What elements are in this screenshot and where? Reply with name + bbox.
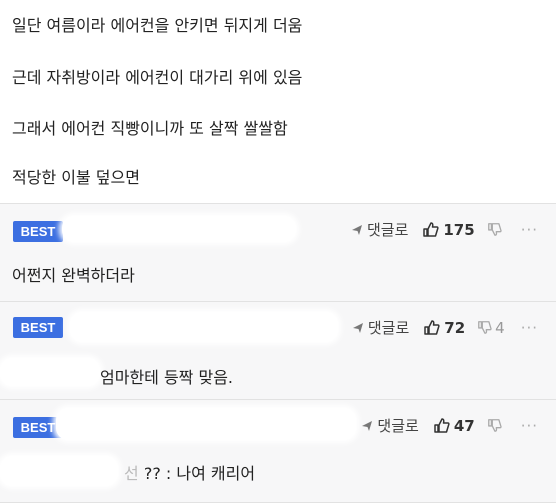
thumbs-down-icon <box>487 223 502 236</box>
comment-text: 어쩐지 완벽하더라 <box>12 266 135 285</box>
thumbs-up-icon <box>423 222 439 237</box>
text-redaction <box>0 358 100 386</box>
text-redaction <box>0 456 118 486</box>
comment-actions: 댓글로 47 ··· <box>360 415 538 436</box>
reply-label: 댓글로 <box>366 221 409 239</box>
reply-button[interactable]: 댓글로 <box>351 317 409 338</box>
like-button[interactable]: 47 <box>433 417 475 435</box>
reply-label: 댓글로 <box>367 319 410 337</box>
reply-label: 댓글로 <box>377 417 419 435</box>
thumbs-down-icon <box>487 419 502 432</box>
dislike-button[interactable] <box>487 222 505 237</box>
post-line-1: 일단 여름이라 에어컨을 안키면 뒤지게 더움 <box>12 16 303 35</box>
comment-item-1: BEST 댓글로 175 ··· 어쩐지 완벽하더라 <box>0 204 556 301</box>
comment-actions: 댓글로 72 4 ··· <box>351 317 538 338</box>
dislike-button[interactable] <box>487 418 505 433</box>
comment-text: 엄마한테 등짝 맞음. <box>100 368 234 387</box>
dislike-button[interactable]: 4 <box>477 319 505 337</box>
like-count: 72 <box>444 318 466 337</box>
post-line-4-text: 적당한 이불 덮으면 <box>12 168 146 187</box>
comment-text-main: ?? : 나여 캐리어 <box>143 464 256 483</box>
comment-text-fragment: 선 <box>124 464 139 483</box>
like-button[interactable]: 72 <box>423 319 465 337</box>
like-count: 47 <box>453 416 475 435</box>
more-icon[interactable]: ··· <box>521 221 538 239</box>
reply-button[interactable]: 댓글로 <box>350 219 408 240</box>
reply-arrow-icon <box>362 420 373 431</box>
username-redaction <box>70 312 338 342</box>
username-redaction <box>56 408 356 440</box>
like-count: 175 <box>443 220 475 239</box>
comment-item-3: BEST 댓글로 47 ··· 선 ?? : 나여 캐리어 <box>0 400 556 503</box>
comment-actions: 댓글로 175 ··· <box>350 219 538 240</box>
like-button[interactable]: 175 <box>422 220 475 239</box>
dislike-count: 4 <box>495 318 505 337</box>
reply-button[interactable]: 댓글로 <box>360 415 419 436</box>
username-redaction <box>62 216 296 242</box>
thumbs-up-icon <box>424 320 440 335</box>
best-badge: BEST <box>13 317 63 338</box>
post-line-2: 근데 자취방이라 에어컨이 대가리 위에 있음 <box>12 68 303 87</box>
more-icon[interactable]: ··· <box>521 319 538 337</box>
post-line-3: 그래서 에어컨 직빵이니까 또 살짝 쌀쌀함 <box>12 119 288 138</box>
thumbs-up-icon <box>434 418 450 433</box>
reply-arrow-icon <box>352 322 363 333</box>
comment-item-2: BEST 댓글로 72 4 ··· 엄마한테 등짝 맞음. <box>0 302 556 399</box>
post-body: 일단 여름이라 에어컨을 안키면 뒤지게 더움 근데 자취방이라 에어컨이 대가… <box>0 0 556 210</box>
more-icon[interactable]: ··· <box>521 417 538 435</box>
comment-text: 선 ?? : 나여 캐리어 <box>124 460 255 484</box>
thumbs-down-icon <box>478 321 492 334</box>
best-badge: BEST <box>13 221 63 242</box>
reply-arrow-icon <box>351 224 362 235</box>
